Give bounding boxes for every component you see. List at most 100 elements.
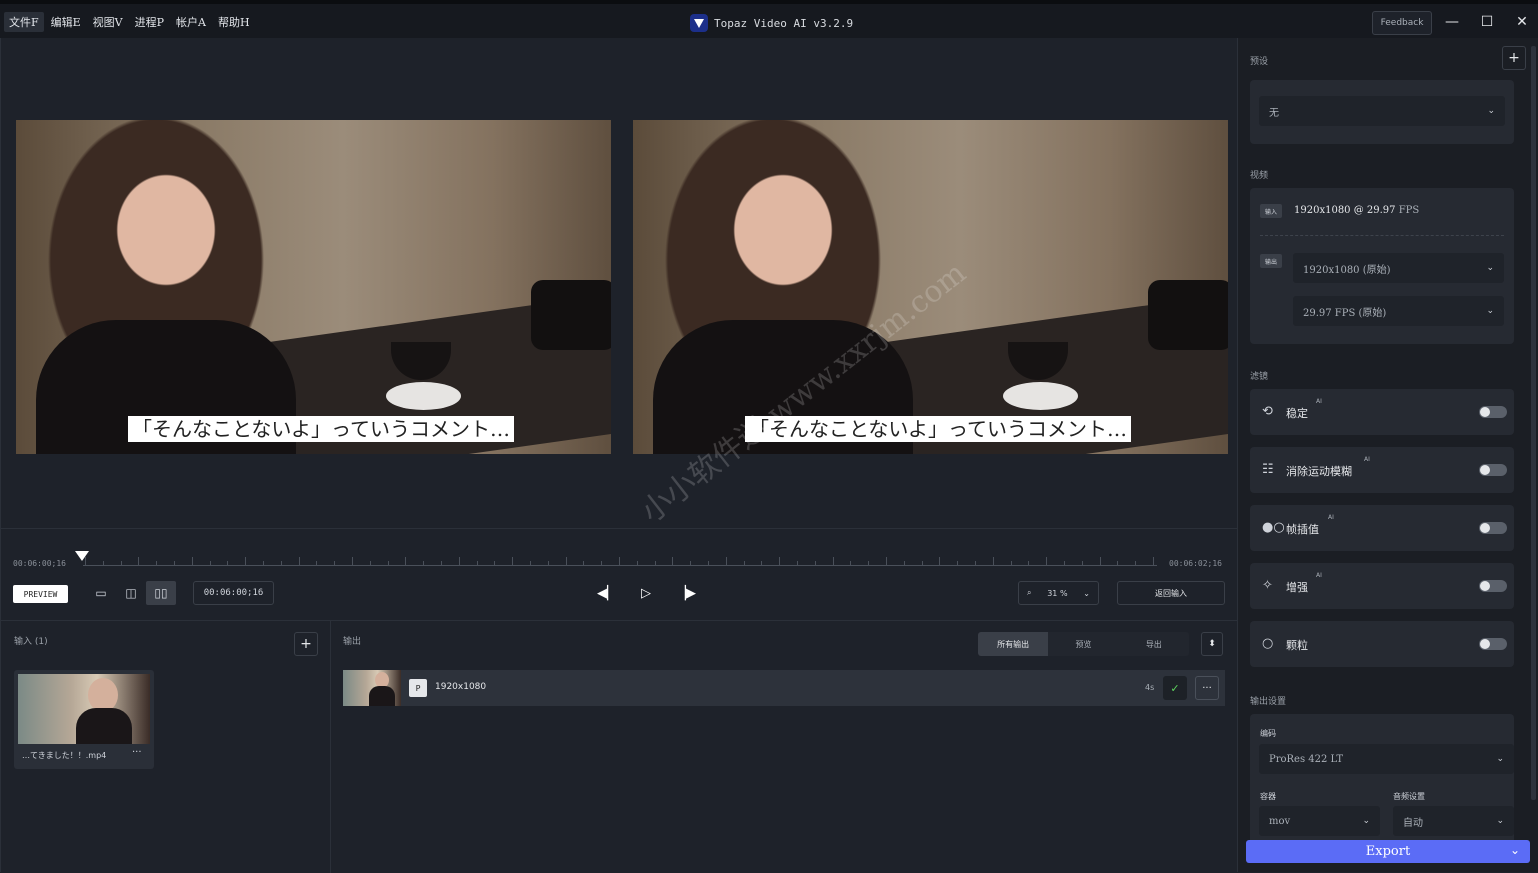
filter-frame-interpolation[interactable]: ●○ 帧插值 AI	[1250, 505, 1514, 551]
filter-stabilize[interactable]: ⟲ 稳定 AI	[1250, 389, 1514, 435]
play-icon[interactable]: ▷	[634, 583, 658, 603]
playhead-handle[interactable]	[75, 551, 89, 561]
codec-value: ProRes 422 LT	[1269, 753, 1344, 765]
timeline-tick	[1064, 561, 1065, 565]
split-view-icon[interactable]: ◫	[116, 581, 146, 605]
tab-exports[interactable]: 导出	[1118, 632, 1189, 656]
chevron-down-icon: ⌄	[1486, 263, 1494, 273]
menu-process[interactable]: 进程P	[130, 12, 169, 32]
audio-settings-dropdown[interactable]: 自动 ⌄	[1393, 806, 1514, 836]
output-thumbnail	[343, 670, 401, 706]
sort-icon[interactable]: ⬍	[1201, 632, 1223, 656]
timeline-tick	[1153, 557, 1154, 565]
filter-grain[interactable]: ○ 颗粒	[1250, 621, 1514, 667]
next-frame-icon[interactable]: ▕▶	[674, 583, 698, 603]
output-more-button[interactable]: ···	[1195, 676, 1219, 700]
output-resolution-dropdown[interactable]: 1920x1080 (原始) ⌄	[1293, 253, 1504, 283]
menu-file[interactable]: 文件F	[4, 12, 44, 32]
chevron-down-icon: ⌄	[1362, 816, 1370, 826]
single-view-icon[interactable]: ▭	[86, 581, 116, 605]
check-icon[interactable]: ✓	[1163, 676, 1187, 700]
timeline-tick	[138, 557, 140, 565]
grain-toggle[interactable]	[1479, 638, 1507, 650]
video-subtitle: 「そんなことないよ」っていうコメント…	[745, 416, 1131, 442]
motion-deblur-toggle[interactable]	[1479, 464, 1507, 476]
zoom-dropdown[interactable]: ⌕ 31 % ⌄	[1018, 581, 1099, 605]
current-time-field[interactable]: 00:06:00;16	[193, 581, 274, 605]
divider	[1260, 235, 1504, 236]
main-area: 「そんなことないよ」っていうコメント… 「そんなことないよ」っていうコメント… …	[0, 38, 1238, 873]
container-dropdown[interactable]: mov ⌄	[1259, 806, 1380, 836]
return-to-input-button[interactable]: 返回输入	[1117, 581, 1225, 605]
export-button[interactable]: Export ⌄	[1246, 840, 1530, 863]
input-more-button[interactable]: ···	[132, 747, 142, 758]
timeline-tick	[565, 557, 567, 565]
timeline-tick	[832, 557, 834, 565]
app-title-text: Topaz Video AI v3.2.9	[714, 16, 854, 30]
motion-deblur-icon: ☷	[1262, 462, 1274, 477]
tab-previews[interactable]: 预览	[1048, 632, 1119, 656]
add-preset-button[interactable]: +	[1502, 46, 1526, 70]
preview-button[interactable]: PREVIEW	[13, 585, 68, 603]
menu-edit[interactable]: 编辑E	[46, 12, 86, 32]
timeline-end-time: 00:06:02;16	[1169, 559, 1222, 568]
menu-bar: 文件F 编辑E 视图V 进程P 帐户A 帮助H	[4, 12, 257, 32]
menu-help[interactable]: 帮助H	[213, 12, 255, 32]
chevron-down-icon: ⌄	[1486, 306, 1494, 316]
codec-label: 编码	[1260, 729, 1276, 738]
filter-enhance[interactable]: ✧ 增强 AI	[1250, 563, 1514, 609]
timeline-tick	[458, 557, 460, 565]
timeline-track[interactable]	[83, 565, 1157, 566]
output-settings-section-title: 输出设置	[1250, 697, 1287, 707]
timeline-tick	[743, 561, 745, 565]
menu-view[interactable]: 视图V	[88, 12, 128, 32]
output-row[interactable]: P 1920x1080 4s ✓ ···	[343, 670, 1225, 706]
video-bag	[531, 280, 611, 350]
menu-account[interactable]: 帐户A	[171, 12, 211, 32]
timeline-tick	[209, 561, 211, 565]
chevron-down-icon: ⌄	[1487, 106, 1495, 116]
input-file-card[interactable]: …てきました！！.mp4 ···	[14, 670, 154, 769]
timeline-tick	[405, 557, 407, 565]
filter-label: 增强	[1286, 581, 1308, 594]
minimize-button[interactable]: —	[1441, 11, 1463, 33]
output-tag: 输出	[1260, 254, 1282, 268]
timeline-tick	[939, 557, 941, 565]
codec-dropdown[interactable]: ProRes 422 LT ⌄	[1259, 744, 1514, 774]
tab-all-outputs[interactable]: 所有输出	[978, 632, 1049, 656]
timeline-tick	[369, 561, 371, 565]
filter-motion-deblur[interactable]: ☷ 消除运动模糊 AI	[1250, 447, 1514, 493]
frame-interpolation-toggle[interactable]	[1479, 522, 1507, 534]
chevron-down-icon[interactable]: ⌄	[1510, 843, 1520, 857]
add-input-button[interactable]: +	[294, 632, 318, 656]
preset-section-title: 预设	[1250, 57, 1269, 67]
enhanced-video-preview[interactable]: 「そんなことないよ」っていうコメント…	[633, 120, 1228, 454]
preset-dropdown[interactable]: 无 ⌄	[1259, 96, 1505, 126]
output-resolution-value: 1920x1080 (原始)	[1303, 264, 1391, 276]
frame-interpolation-icon: ●○	[1262, 520, 1285, 535]
close-button[interactable]: ✕	[1511, 11, 1533, 33]
original-video-preview[interactable]: 「そんなことないよ」っていうコメント…	[16, 120, 611, 454]
timeline-tick	[583, 561, 585, 565]
input-thumbnail	[18, 674, 150, 744]
timeline-tick	[352, 557, 353, 565]
timeline-tick	[1117, 561, 1119, 565]
timeline[interactable]: 00:06:00;16 00:06:02;16	[1, 528, 1238, 570]
preview-badge: P	[409, 679, 427, 697]
side-by-side-view-icon[interactable]: ▯▯	[146, 581, 176, 605]
enhance-toggle[interactable]	[1479, 580, 1507, 592]
feedback-button[interactable]: Feedback	[1372, 11, 1432, 35]
output-fps-dropdown[interactable]: 29.97 FPS (原始) ⌄	[1293, 296, 1504, 326]
timeline-tick	[174, 561, 175, 565]
sidebar-scrollbar[interactable]	[1531, 46, 1536, 800]
input-spec: 1920x1080 @ 29.97 FPS	[1294, 205, 1419, 216]
video-bag	[1148, 280, 1228, 350]
chevron-down-icon: ⌄	[1083, 588, 1090, 598]
stabilize-toggle[interactable]	[1479, 406, 1507, 418]
timeline-tick	[387, 561, 389, 565]
previous-frame-icon[interactable]: ◀▏	[595, 583, 619, 603]
maximize-button[interactable]: ☐	[1476, 11, 1498, 33]
preset-value: 无	[1269, 107, 1279, 119]
input-file-name: …てきました！！.mp4	[22, 751, 107, 760]
timeline-tick	[1028, 561, 1030, 565]
